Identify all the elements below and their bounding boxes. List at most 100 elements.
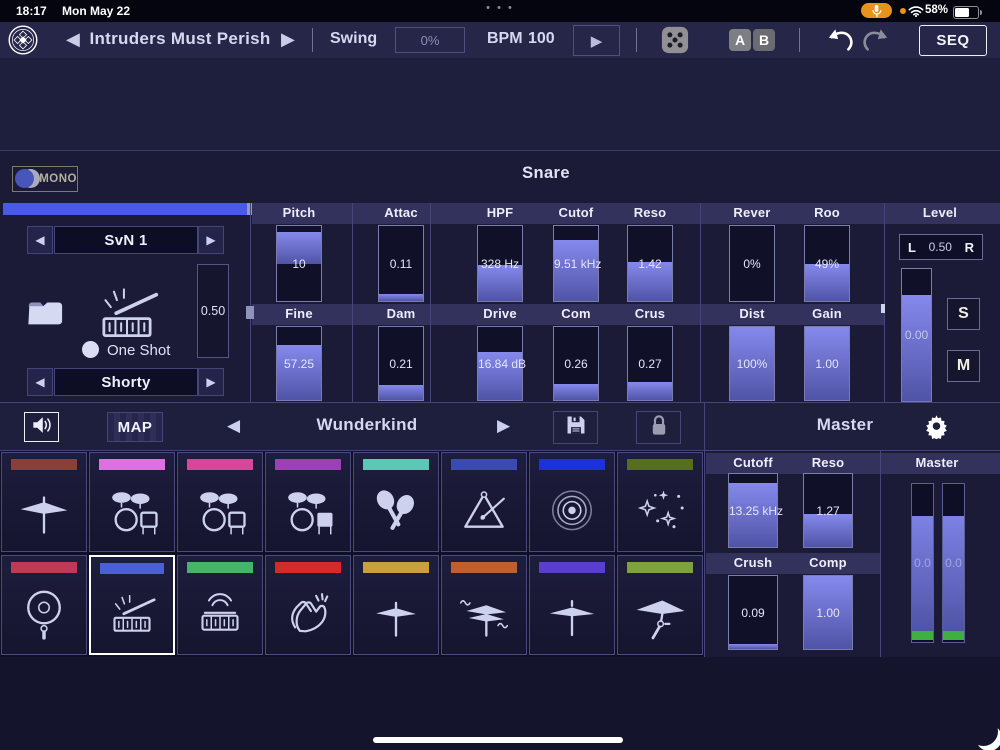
folder-icon[interactable] xyxy=(26,295,64,334)
drum-kit-tom-icon xyxy=(280,482,336,538)
sample-position-slider[interactable] xyxy=(3,203,247,215)
kit-next-button[interactable]: ▶ xyxy=(497,416,510,436)
pad-triangle[interactable] xyxy=(441,452,527,552)
row2-fine-fader[interactable]: 57.25 xyxy=(276,326,322,401)
master-comp-fader[interactable]: 1.00 xyxy=(803,575,853,650)
master-crush-label: Crush xyxy=(734,555,773,570)
lock-icon xyxy=(648,413,670,443)
pan-control[interactable]: L 0.50 R xyxy=(899,234,983,260)
pad-concentric[interactable] xyxy=(529,452,615,552)
one-shot-label: One Shot xyxy=(107,342,170,359)
mute-button[interactable]: M xyxy=(947,350,980,382)
pad-sparkle[interactable] xyxy=(617,452,703,552)
row2-drive-label: Drive xyxy=(483,306,517,321)
gear-settings-button[interactable] xyxy=(924,414,949,444)
row1-hpf-fader[interactable]: 328 Hz xyxy=(477,225,523,302)
preset-selector: ◀ Shorty ▶ xyxy=(27,368,251,396)
engine-selector: ◀ SvN 1 ▶ xyxy=(27,226,251,254)
pad-crash[interactable] xyxy=(529,555,615,655)
row2-dam-fill xyxy=(379,385,423,400)
date: Mon May 22 xyxy=(62,4,130,18)
pad-drum-kit-2[interactable] xyxy=(177,452,263,552)
master-reso-fader[interactable]: 1.27 xyxy=(803,473,853,548)
row2-crus-fader[interactable]: 0.27 xyxy=(627,326,673,401)
pad-electro-snare[interactable] xyxy=(177,555,263,655)
solo-button[interactable]: S xyxy=(947,298,980,330)
solo-label: S xyxy=(958,305,969,323)
map-button[interactable]: MAP xyxy=(107,412,163,442)
pad-drum-kit-3[interactable] xyxy=(265,452,351,552)
save-kit-button[interactable] xyxy=(553,411,598,444)
mono-toggle[interactable]: MONO xyxy=(12,166,78,192)
row1-hpf-label: HPF xyxy=(487,205,514,220)
play-button[interactable]: ▶ xyxy=(573,25,620,56)
master-crush-fader[interactable]: 0.09 xyxy=(728,575,778,650)
pad-snare[interactable] xyxy=(89,555,175,655)
row2-fine-value: 57.25 xyxy=(277,357,321,371)
master-comp-value: 1.00 xyxy=(804,606,852,620)
divider xyxy=(884,203,885,402)
pad-clap[interactable] xyxy=(265,555,351,655)
row1-reso-fader[interactable]: 1.42 xyxy=(627,225,673,302)
clap-icon xyxy=(280,585,336,641)
row1-rever-fader[interactable]: 0% xyxy=(729,225,775,302)
corner-crescent-mask xyxy=(969,717,998,746)
mic-active-dot-icon xyxy=(900,8,906,14)
app-logo-icon[interactable] xyxy=(7,24,39,61)
engine-name[interactable]: SvN 1 xyxy=(54,226,198,254)
row2-dist-label: Dist xyxy=(739,306,764,321)
engine-next-button[interactable]: ▶ xyxy=(198,226,224,254)
master-cutoff-fader[interactable]: 13.25 kHz xyxy=(728,473,778,548)
sample-length-box[interactable]: 0.50 xyxy=(197,264,229,358)
pad-ride-stand[interactable] xyxy=(617,555,703,655)
pad-ride-cymbal[interactable] xyxy=(1,452,87,552)
preset-next-button[interactable]: ▶ xyxy=(198,368,224,396)
snare-stick-icon xyxy=(104,586,160,642)
row2-drive-fader[interactable]: 16.84 dB xyxy=(477,326,523,401)
preset-prev-button[interactable]: ◀ xyxy=(66,29,80,50)
pad-drum-kit-1[interactable] xyxy=(89,452,175,552)
meter-green-segment xyxy=(912,631,933,640)
level-fader[interactable]: 0.00 xyxy=(901,268,932,402)
level-fader-fill xyxy=(902,295,931,401)
pattern-a-button[interactable]: A xyxy=(729,29,751,51)
fader-labels-strip-row1 xyxy=(252,203,1000,224)
seq-button[interactable]: SEQ xyxy=(919,25,987,56)
pad-maracas[interactable] xyxy=(353,452,439,552)
swing-value-field[interactable]: 0% xyxy=(395,27,465,53)
undo-button[interactable] xyxy=(826,27,854,58)
one-shot-radio[interactable] xyxy=(82,341,99,358)
redo-button[interactable] xyxy=(862,27,890,58)
preset-prev-button[interactable]: ◀ xyxy=(27,368,53,396)
row2-com-fader[interactable]: 0.26 xyxy=(553,326,599,401)
pattern-b-button[interactable]: B xyxy=(753,29,775,51)
kit-prev-button[interactable]: ◀ xyxy=(227,416,240,436)
engine-prev-button[interactable]: ◀ xyxy=(27,226,53,254)
drag-handle[interactable] xyxy=(246,306,254,319)
preset-next-button[interactable]: ▶ xyxy=(281,29,295,50)
row1-cutof-fader[interactable]: 9.51 kHz xyxy=(553,225,599,302)
battery-percent: 58% xyxy=(925,4,948,16)
row2-dist-fader[interactable]: 100% xyxy=(729,326,775,401)
row1-roo-fader[interactable]: 49% xyxy=(804,225,850,302)
row1-pitch-fader[interactable]: 10 xyxy=(276,225,322,302)
row1-attac-label: Attac xyxy=(384,205,418,220)
divider xyxy=(700,203,701,402)
pad-color-bar xyxy=(451,459,517,470)
row2-gain-fader[interactable]: 1.00 xyxy=(804,326,850,401)
pad-hihat-closed[interactable] xyxy=(353,555,439,655)
row2-dam-fader[interactable]: 0.21 xyxy=(378,326,424,401)
pad-color-bar xyxy=(187,459,253,470)
pad-gong[interactable] xyxy=(1,555,87,655)
master-cutoff-label: Cutoff xyxy=(733,455,772,470)
row1-attac-fader[interactable]: 0.11 xyxy=(378,225,424,302)
home-indicator[interactable] xyxy=(373,737,623,743)
preset-name[interactable]: Shorty xyxy=(54,368,198,396)
lock-kit-button[interactable] xyxy=(636,411,681,444)
bpm-value[interactable]: 100 xyxy=(528,30,555,48)
row2-crus-fill xyxy=(628,382,672,400)
pad-hihat-open[interactable] xyxy=(441,555,527,655)
audition-button[interactable] xyxy=(24,412,59,442)
dice-randomize-button[interactable] xyxy=(661,26,689,59)
master-reso-fill xyxy=(804,514,852,547)
